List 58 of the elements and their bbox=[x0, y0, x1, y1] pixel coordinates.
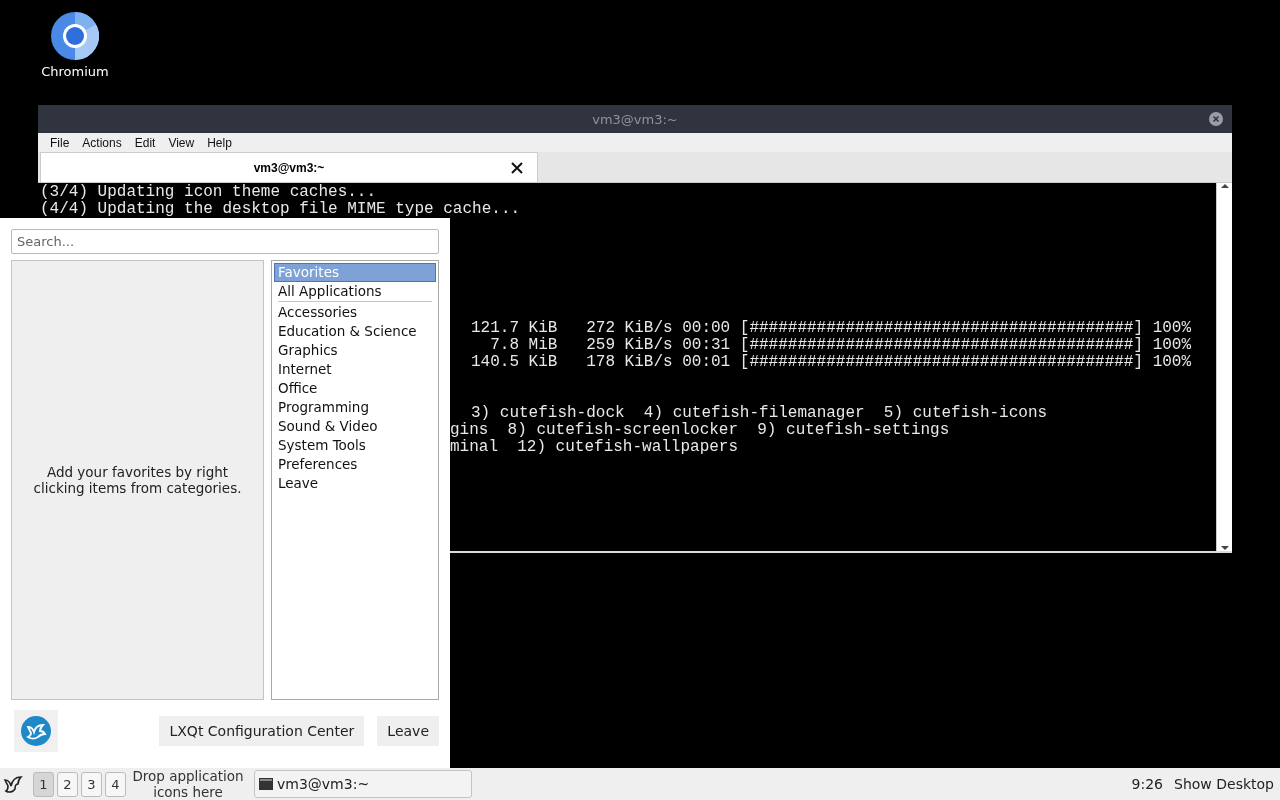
download-speed: 178 KiB/s bbox=[585, 354, 673, 371]
download-speed: 259 KiB/s bbox=[585, 337, 673, 354]
terminal-line: (3/4) Updating icon theme caches... bbox=[40, 183, 377, 201]
download-time: 00:31 bbox=[682, 337, 731, 354]
download-percent: 100% bbox=[1152, 320, 1192, 337]
download-progress-text: [########################################] bbox=[739, 337, 1144, 354]
terminal-line: (4/4) Updating the desktop file MIME type cache... bbox=[40, 200, 521, 218]
category-item[interactable]: Accessories bbox=[274, 303, 436, 322]
close-icon[interactable] bbox=[511, 162, 523, 174]
category-item[interactable]: All Applications bbox=[274, 282, 436, 301]
category-item[interactable]: Internet bbox=[274, 360, 436, 379]
category-item[interactable]: Sound & Video bbox=[274, 417, 436, 436]
scrollbar[interactable] bbox=[1216, 183, 1232, 551]
task-button[interactable]: vm3@vm3:~ bbox=[254, 770, 472, 798]
download-size: 7.8 MiB bbox=[489, 337, 558, 354]
download-size: 121.7 KiB bbox=[471, 320, 558, 337]
desktop-switch-button[interactable]: 4 bbox=[105, 771, 126, 797]
download-progress-text: [########################################] bbox=[739, 354, 1144, 371]
show-desktop-button[interactable]: Show Desktop bbox=[1174, 776, 1274, 792]
menu-item[interactable]: View bbox=[162, 135, 202, 150]
download-percent: 100% bbox=[1152, 337, 1192, 354]
category-item[interactable]: Office bbox=[274, 379, 436, 398]
search-field[interactable]: Search... bbox=[11, 229, 439, 254]
bird-logo-icon bbox=[20, 715, 52, 747]
download-percent: 100% bbox=[1152, 354, 1192, 371]
category-item[interactable]: Preferences bbox=[274, 455, 436, 474]
favorites-hint: Add your favorites by right clicking items from categories. bbox=[32, 464, 243, 496]
terminal-icon bbox=[259, 778, 273, 790]
desktop-switch-button[interactable]: 2 bbox=[57, 771, 78, 797]
browser-icon[interactable] bbox=[51, 12, 99, 60]
download-progress-text: [########################################] bbox=[739, 320, 1144, 337]
menu-item[interactable]: File bbox=[44, 135, 77, 150]
category-item[interactable]: Education & Science bbox=[274, 322, 436, 341]
menu-item[interactable]: Edit bbox=[128, 135, 163, 150]
category-item[interactable]: System Tools bbox=[274, 436, 436, 455]
menu-item[interactable]: Help bbox=[201, 135, 239, 150]
terminal-tab[interactable]: vm3@vm3:~ bbox=[40, 152, 538, 182]
download-time: 00:01 bbox=[682, 354, 731, 371]
category-item[interactable]: Programming bbox=[274, 398, 436, 417]
category-item[interactable]: Leave bbox=[274, 474, 436, 493]
desktop-icon-label[interactable]: Chromium bbox=[41, 64, 109, 79]
download-speed: 272 KiB/s bbox=[585, 320, 673, 337]
category-item[interactable]: Graphics bbox=[274, 341, 436, 360]
terminal-line: 3) cutefish-dock 4) cutefish-filemanager 5) cutefish-icons bbox=[471, 404, 1048, 422]
menu-button[interactable]: Leave bbox=[377, 716, 439, 746]
download-time: 00:00 bbox=[682, 320, 731, 337]
window-title: vm3@vm3:~ bbox=[592, 111, 678, 127]
terminal-line: minal 12) cutefish-wallpapers bbox=[450, 438, 739, 456]
scroll-down-icon[interactable] bbox=[1220, 545, 1229, 551]
desktop-switch-button[interactable]: 1 bbox=[33, 771, 54, 797]
clock[interactable]: 9:26 bbox=[1131, 776, 1164, 792]
logo-button[interactable] bbox=[14, 710, 58, 752]
menu-button[interactable]: LXQt Configuration Center bbox=[159, 716, 365, 746]
terminal-line: gins 8) cutefish-screenlocker 9) cutefish-settings bbox=[450, 421, 950, 439]
menu-item[interactable]: Actions bbox=[76, 135, 129, 150]
desktop-switch-button[interactable]: 3 bbox=[81, 771, 102, 797]
download-size: 140.5 KiB bbox=[471, 354, 558, 371]
quicklaunch-hint: Drop application icons here bbox=[131, 768, 245, 800]
